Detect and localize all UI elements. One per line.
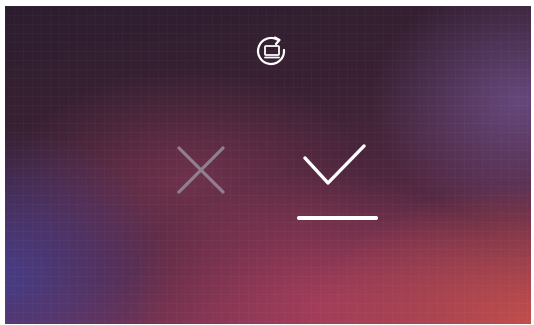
rotate-screen-icon — [256, 36, 286, 66]
screen — [5, 6, 531, 324]
checkmark-icon — [303, 144, 366, 185]
selected-indicator — [297, 216, 378, 220]
confirm-button[interactable] — [295, 138, 378, 230]
rotate-screen-button[interactable] — [254, 34, 290, 70]
close-icon — [177, 146, 225, 194]
cancel-button[interactable] — [173, 142, 229, 198]
